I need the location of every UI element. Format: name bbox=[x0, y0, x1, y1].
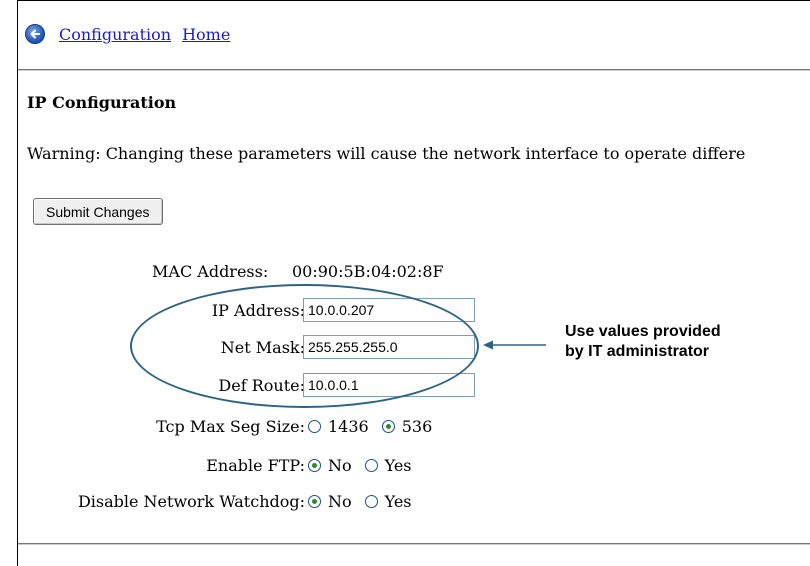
watchdog-row: Disable Network Watchdog: No Yes bbox=[18, 489, 810, 515]
submit-changes-button[interactable]: Submit Changes bbox=[33, 198, 163, 225]
enable-ftp-label: Enable FTP: bbox=[206, 456, 305, 475]
tcp-536-label: 536 bbox=[401, 417, 433, 436]
enable-ftp-options: No Yes bbox=[305, 456, 422, 475]
watchdog-no-radio[interactable] bbox=[308, 495, 321, 508]
tcp-536-radio[interactable] bbox=[381, 420, 395, 433]
net-mask-label: Net Mask: bbox=[220, 338, 305, 357]
callout-text: Use values provided by IT administrator bbox=[565, 322, 805, 362]
nav-link-configuration[interactable]: Configuration bbox=[59, 25, 171, 44]
page-title: IP Configuration bbox=[27, 93, 177, 112]
ftp-yes-radio[interactable] bbox=[364, 459, 378, 472]
mac-address-value: 00:90:5B:04:02:8F bbox=[292, 262, 444, 281]
tcp-max-seg-options: 1436 536 bbox=[305, 417, 442, 436]
warning-text: Warning: Changing these parameters will … bbox=[27, 144, 746, 163]
nav-link-home[interactable]: Home bbox=[182, 25, 230, 44]
def-route-row: Def Route: bbox=[18, 373, 810, 399]
ip-address-label: IP Address: bbox=[211, 301, 305, 320]
mac-address-label: MAC Address: bbox=[152, 262, 269, 281]
def-route-input[interactable] bbox=[303, 373, 475, 397]
callout-line-2: by IT administrator bbox=[565, 343, 710, 360]
page-frame: Configuration Home IP Configuration Warn… bbox=[17, 0, 810, 566]
watchdog-label: Disable Network Watchdog: bbox=[77, 492, 305, 511]
watchdog-options: No Yes bbox=[305, 492, 422, 511]
enable-ftp-row: Enable FTP: No Yes bbox=[18, 453, 810, 479]
watchdog-yes-radio[interactable] bbox=[364, 495, 378, 508]
ftp-no-label: No bbox=[328, 456, 352, 475]
watchdog-no-label: No bbox=[328, 492, 352, 511]
ftp-yes-label: Yes bbox=[384, 456, 412, 475]
tcp-max-seg-row: Tcp Max Seg Size: 1436 536 bbox=[18, 414, 810, 440]
divider-bottom bbox=[18, 543, 810, 545]
net-mask-input[interactable] bbox=[303, 335, 475, 359]
mac-address-row: MAC Address: 00:90:5B:04:02:8F bbox=[18, 259, 810, 285]
back-arrow-icon[interactable] bbox=[25, 24, 45, 44]
ip-address-row: IP Address: bbox=[18, 298, 810, 324]
nav-bar: Configuration Home bbox=[25, 23, 241, 45]
watchdog-yes-label: Yes bbox=[384, 492, 412, 511]
tcp-max-seg-label: Tcp Max Seg Size: bbox=[156, 417, 305, 436]
tcp-1436-label: 1436 bbox=[328, 417, 369, 436]
tcp-1436-radio[interactable] bbox=[308, 420, 321, 433]
divider bbox=[18, 69, 810, 71]
ip-address-input[interactable] bbox=[303, 298, 475, 322]
def-route-label: Def Route: bbox=[218, 376, 305, 395]
ftp-no-radio[interactable] bbox=[308, 459, 321, 472]
callout-line-1: Use values provided bbox=[565, 323, 721, 340]
callout-arrow-icon bbox=[483, 340, 546, 350]
